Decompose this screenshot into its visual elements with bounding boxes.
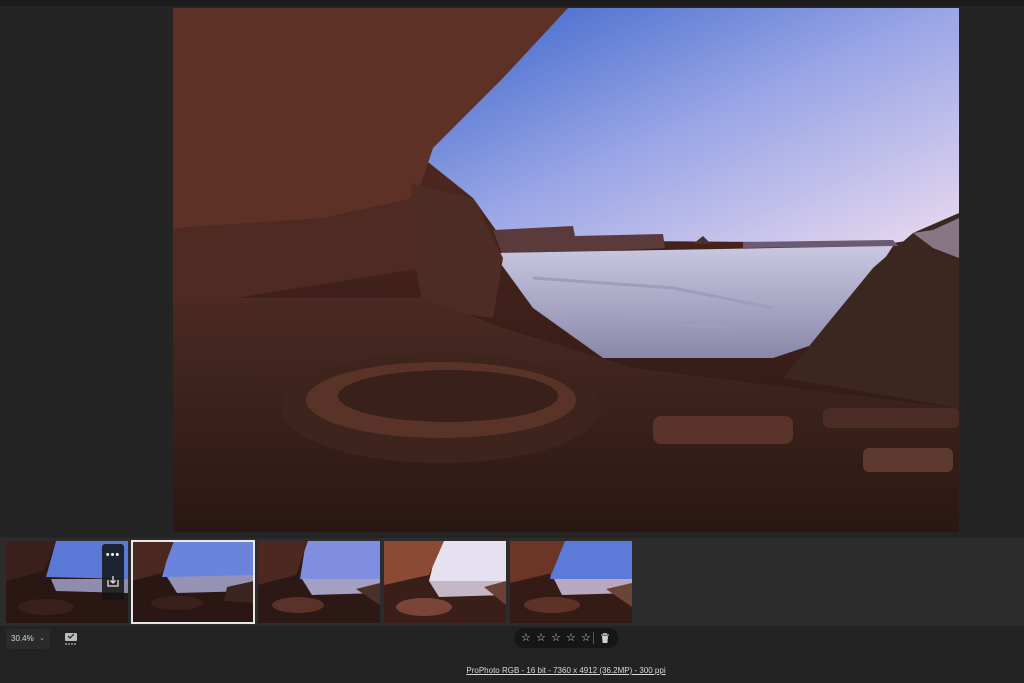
status-bar: ProPhoto RGB - 16 bit - 7360 x 4912 (36.… (0, 652, 1024, 683)
rating-star-3[interactable]: ☆ (551, 630, 561, 646)
rating-star-5[interactable]: ☆ (581, 630, 591, 646)
rating-star-1[interactable]: ☆ (521, 630, 531, 646)
rating-star-4[interactable]: ☆ (566, 630, 576, 646)
thumbnail-actions: ••• (102, 544, 124, 600)
compare-view-icon[interactable] (60, 630, 82, 648)
filmstrip-thumbnail[interactable] (258, 541, 380, 623)
filmstrip-thumbnail[interactable] (510, 541, 632, 623)
thumbnail-image (132, 541, 254, 623)
thumbnail-image (384, 541, 506, 623)
filmstrip-thumbnail[interactable] (384, 541, 506, 623)
rating-divider (593, 632, 594, 644)
main-photo[interactable] (173, 8, 959, 532)
preview-area (0, 0, 1024, 538)
image-info-link[interactable]: ProPhoto RGB - 16 bit - 7360 x 4912 (36.… (0, 666, 1024, 675)
chevron-down-icon: ⌄ (39, 635, 45, 642)
trash-icon[interactable] (599, 632, 611, 644)
more-options-icon[interactable]: ••• (102, 550, 124, 561)
bottom-toolbar: 30.4% ⌄ ☆ ☆ ☆ ☆ ☆ (0, 626, 1024, 652)
thumbnail-image (258, 541, 380, 623)
filmstrip: ••• (0, 538, 1024, 626)
thumbnail-image (510, 541, 632, 623)
filmstrip-thumbnail-selected[interactable] (131, 540, 255, 624)
zoom-level-dropdown[interactable]: 30.4% ⌄ (6, 629, 50, 649)
rating-star-2[interactable]: ☆ (536, 630, 546, 646)
main-photo-image (173, 8, 959, 532)
zoom-value: 30.4% (11, 634, 34, 643)
filmstrip-thumbnail[interactable]: ••• (6, 541, 128, 623)
star-rating: ☆ ☆ ☆ ☆ ☆ (514, 628, 618, 648)
download-icon[interactable] (106, 574, 120, 588)
